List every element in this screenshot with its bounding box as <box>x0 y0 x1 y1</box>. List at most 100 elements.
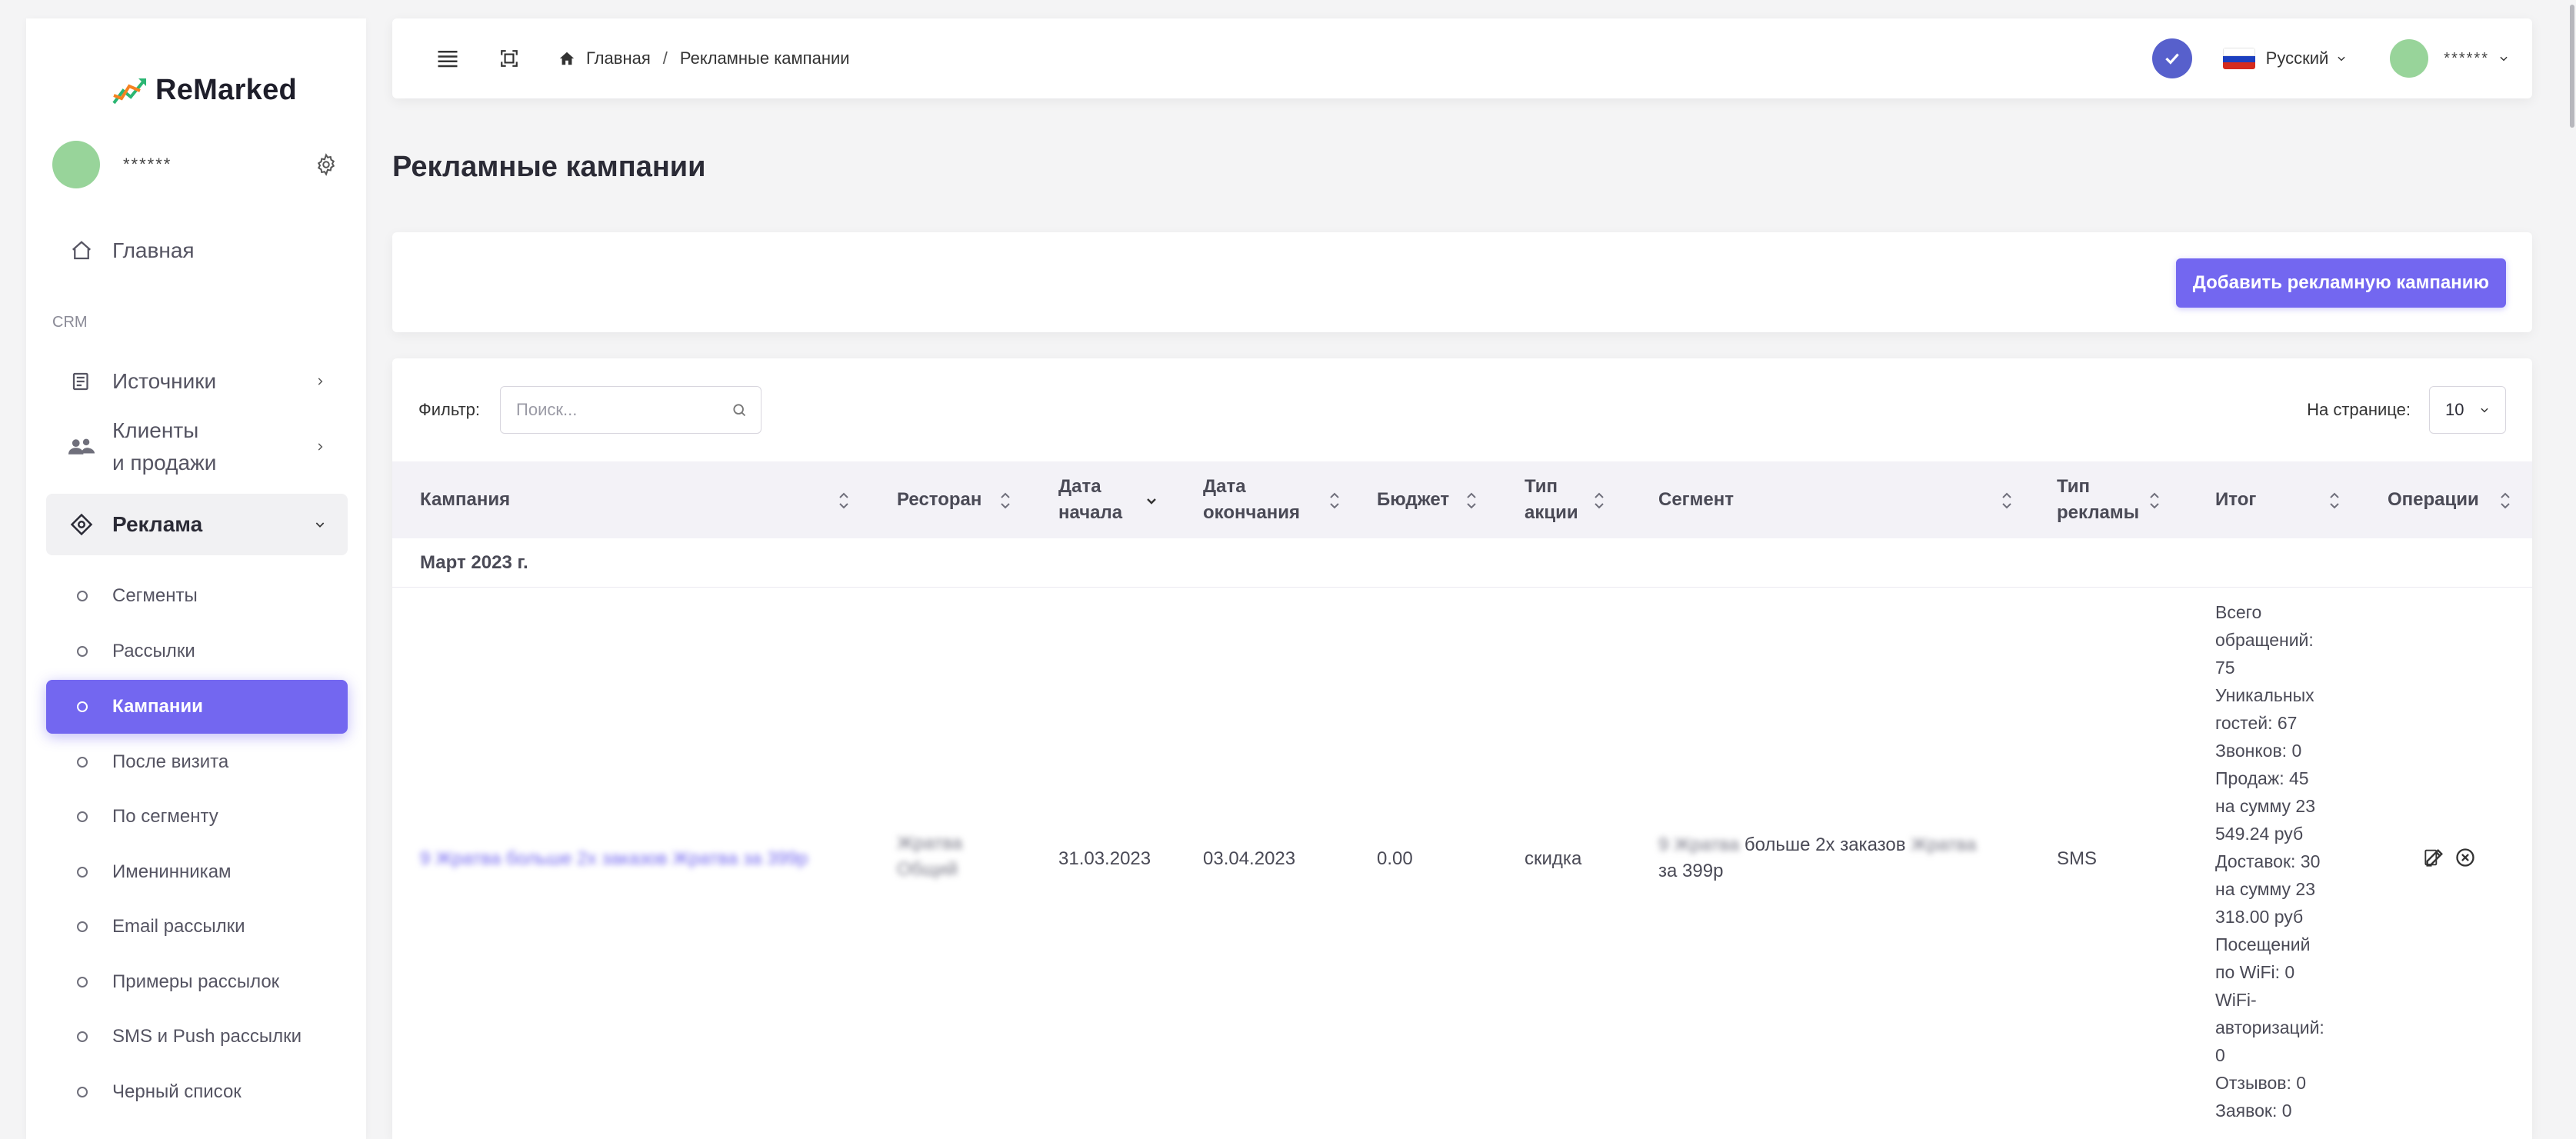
column-header-action-type[interactable]: Тип акции <box>1525 461 1606 538</box>
gear-icon[interactable] <box>312 151 340 178</box>
result-line: WiFi- <box>2215 990 2257 1010</box>
result-line: Доставок: 30 <box>2215 851 2321 871</box>
sidebar-subitem-label: После визита <box>112 751 229 772</box>
sort-icon <box>1001 492 1010 509</box>
page-scrollbar[interactable] <box>2568 0 2576 1139</box>
result-line: Заявок: 0 <box>2215 1101 2292 1121</box>
column-header-result[interactable]: Итог <box>2215 461 2341 538</box>
column-header-label-line1: Дата <box>1203 476 1246 497</box>
scrollbar-thumb[interactable] <box>2570 5 2574 128</box>
column-header-budget[interactable]: Бюджет <box>1377 461 1478 538</box>
target-icon <box>66 509 97 540</box>
circle-icon <box>77 867 88 878</box>
result-line: по WiFi: 0 <box>2215 962 2295 982</box>
column-header-end-date[interactable]: Дата окончания <box>1203 461 1341 538</box>
sidebar-item-label: Реклама <box>112 512 203 536</box>
menu-icon[interactable] <box>432 43 463 74</box>
search-input[interactable] <box>515 399 732 421</box>
delete-icon[interactable] <box>2454 846 2477 869</box>
column-header-label: Бюджет <box>1377 489 1450 510</box>
sort-icon <box>1595 492 1604 509</box>
chevron-down-icon <box>2479 405 2490 415</box>
fullscreen-icon[interactable] <box>494 43 525 74</box>
table-group-row: Март 2023 г. <box>392 538 2532 588</box>
breadcrumb: Главная / Рекламные кампании <box>558 48 850 68</box>
sidebar-subitem-by-segment[interactable]: По сегменту <box>46 790 348 844</box>
user-dropdown[interactable]: ****** <box>2390 39 2509 78</box>
circle-icon <box>77 1031 88 1042</box>
circle-icon <box>77 921 88 932</box>
column-header-label-line2: рекламы <box>2057 502 2140 523</box>
breadcrumb-home[interactable]: Главная <box>586 48 651 68</box>
result-line: обращений: <box>2215 630 2314 650</box>
logo[interactable]: ReMarked <box>112 74 297 107</box>
sidebar-section-crm: CRM <box>52 314 88 331</box>
action-type-cell: скидка <box>1525 848 1582 869</box>
logo-text: ReMarked <box>155 74 298 106</box>
language-dropdown[interactable]: Русский <box>2222 48 2348 69</box>
campaign-link[interactable]: 9 Жратва больше 2х заказов Жратва за 399… <box>420 846 851 872</box>
sidebar-subitem-birthdays[interactable]: Именинникам <box>46 845 348 899</box>
column-header-label: Тип рекламы <box>2057 474 2139 526</box>
navbar-user-name: ****** <box>2444 49 2489 67</box>
per-page: На странице: 10 <box>2307 386 2506 434</box>
sidebar-item-home[interactable]: Главная <box>46 231 348 271</box>
column-header-label: Кампания <box>420 489 511 510</box>
home-icon[interactable] <box>558 50 575 67</box>
sidebar-subitem-sms-push[interactable]: SMS и Push рассылки <box>46 1010 348 1064</box>
result-line: на сумму 23 <box>2215 796 2315 816</box>
sidebar-item-advertising[interactable]: Реклама <box>46 494 348 555</box>
sidebar-subitem-after-visit[interactable]: После визита <box>46 735 348 789</box>
circle-icon <box>77 701 88 712</box>
column-header-label: Операции <box>2388 489 2479 510</box>
column-header-campaign[interactable]: Кампания <box>420 461 851 538</box>
sidebar-subitem-email[interactable]: Email рассылки <box>46 900 348 954</box>
add-campaign-button[interactable]: Добавить рекламную кампанию <box>2175 258 2506 308</box>
sidebar-subitem-blacklist[interactable]: Черный список <box>46 1065 348 1119</box>
group-label: Март 2023 г. <box>420 551 528 573</box>
check-icon[interactable] <box>2151 38 2192 78</box>
result-line: 75 <box>2215 658 2235 678</box>
circle-icon <box>77 1087 88 1097</box>
sidebar-item-clients-sales[interactable]: Клиенты и продажи <box>46 412 348 481</box>
column-header-operations[interactable]: Операции <box>2388 461 2512 538</box>
operations-cell <box>2423 846 2477 869</box>
column-header-label-line1: Дата <box>1058 476 1101 497</box>
column-header-restaurant[interactable]: Ресторан <box>897 461 1012 538</box>
sidebar-subitem-label: Черный список <box>112 1081 242 1102</box>
flag-russia-icon <box>2222 48 2255 69</box>
sidebar-subitem-campaigns[interactable]: Кампании <box>46 680 348 734</box>
sidebar-item-label: Клиенты и продажи <box>112 415 216 479</box>
search-icon[interactable] <box>731 402 747 418</box>
column-header-label-line1: Тип <box>1525 476 1558 497</box>
per-page-select[interactable]: 10 <box>2429 386 2506 434</box>
circle-icon <box>77 811 88 822</box>
avatar[interactable] <box>52 141 100 188</box>
edit-icon[interactable] <box>2423 846 2446 869</box>
ad-type-cell: SMS <box>2057 848 2098 869</box>
column-header-ad-type[interactable]: Тип рекламы <box>2057 461 2161 538</box>
sidebar-subitem-mailings[interactable]: Рассылки <box>46 624 348 678</box>
per-page-label: На странице: <box>2307 400 2411 419</box>
column-header-segment[interactable]: Сегмент <box>1658 461 2014 538</box>
sidebar-subitem-segments[interactable]: Сегменты <box>46 569 348 623</box>
sort-icon <box>839 492 848 509</box>
segment-text: больше 2х заказов <box>1739 834 1911 855</box>
sort-desc-icon <box>1147 498 1156 505</box>
top-navbar: Главная / Рекламные кампании Русский ***… <box>392 18 2532 98</box>
column-header-label: Дата начала <box>1058 474 1122 526</box>
result-line: 549.24 руб <box>2215 824 2304 844</box>
search-box <box>500 386 762 434</box>
restaurant-cell: Жратва Общий <box>897 831 1012 883</box>
sidebar-subitem-label: Примеры рассылок <box>112 971 280 992</box>
column-header-label-line2: акции <box>1525 502 1578 523</box>
chevron-down-icon <box>312 517 328 532</box>
per-page-value: 10 <box>2445 400 2464 419</box>
sidebar-item-label-line2: и продажи <box>112 451 217 475</box>
book-icon <box>66 366 97 397</box>
sidebar-subitem-examples[interactable]: Примеры рассылок <box>46 955 348 1009</box>
segment-restaurant: 9 Жратва <box>1658 834 1740 855</box>
column-header-start-date[interactable]: Дата начала <box>1058 461 1158 538</box>
sidebar-item-sources[interactable]: Источники <box>46 361 348 401</box>
sidebar-subitem-label: Email рассылки <box>112 916 245 937</box>
